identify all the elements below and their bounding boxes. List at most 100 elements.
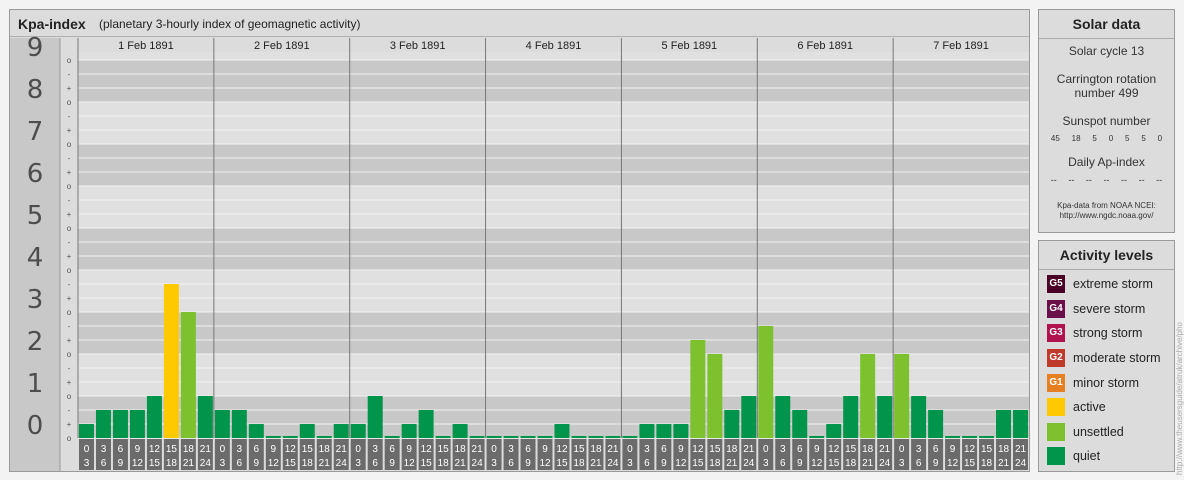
interval-end-label: 24 [336,458,348,469]
interval-start-label: 12 [421,444,433,455]
sub-tick-label: - [68,112,71,121]
kp-bar [792,409,808,438]
kp-band [78,312,1029,354]
activity-levels-legend: G5 extreme storm G4 severe storm G3 strong st… [1039,270,1174,469]
interval-start-label: 0 [627,444,633,455]
sub-tick-label: + [67,126,72,135]
interval-end-label: 24 [743,458,755,469]
legend-item: G4 severe storm [1039,297,1174,322]
kp-bar [282,436,298,438]
interval-start-label: 9 [406,444,412,455]
y-tick-label: 4 [27,243,44,273]
interval-start-label: 12 [285,444,297,455]
sub-tick-label: o [67,182,72,191]
kp-bar [979,436,995,438]
interval-start-label: 6 [118,444,124,455]
interval-end-label: 12 [675,458,687,469]
interval-end-label: 18 [709,458,721,469]
interval-end-label: 3 [84,458,90,469]
interval-end-label: 3 [220,458,226,469]
interval-start-label: 15 [709,444,721,455]
interval-end-label: 9 [661,458,667,469]
interval-start-label: 12 [828,444,840,455]
kp-bar [180,312,196,438]
interval-end-label: 9 [118,458,124,469]
sub-tick-label: - [68,238,71,247]
interval-start-label: 9 [814,444,820,455]
interval-end-label: 18 [981,458,993,469]
kp-bar [945,436,961,438]
sub-tick-label: - [68,406,71,415]
interval-end-label: 24 [607,458,619,469]
kp-bar [537,436,553,438]
legend-label: strong storm [1073,326,1143,341]
kp-bar [758,325,774,438]
interval-end-label: 12 [404,458,416,469]
kp-bar [214,409,230,438]
interval-end-label: 18 [573,458,585,469]
interval-end-label: 15 [828,458,840,469]
day-label: 2 Feb 1891 [254,40,310,52]
interval-end-label: 21 [319,458,331,469]
interval-end-label: 21 [726,458,738,469]
interval-start-label: 0 [763,444,769,455]
interval-start-label: 6 [525,444,531,455]
kp-band [78,354,1029,396]
legend-swatch: G5 [1047,275,1065,294]
kp-bar [996,409,1012,438]
kp-bar [112,409,128,438]
kp-bar [673,424,689,438]
legend-swatch: G1 [1047,373,1065,392]
interval-end-label: 21 [590,458,602,469]
interval-end-label: 18 [302,458,314,469]
sunspot-value: 0 [1108,134,1114,143]
interval-end-label: 24 [200,458,212,469]
legend-item: G3 strong storm [1039,321,1174,346]
interval-start-label: 6 [661,444,667,455]
sub-tick-label: o [67,392,72,401]
interval-end-label: 9 [797,458,803,469]
interval-start-label: 3 [916,444,922,455]
interval-start-label: 9 [678,444,684,455]
legend-label: active [1073,400,1106,415]
interval-start-label: 18 [183,444,195,455]
interval-start-label: 15 [166,444,178,455]
interval-end-label: 3 [899,458,905,469]
interval-start-label: 9 [135,444,141,455]
day-label: 4 Feb 1891 [526,40,582,52]
ap-value: -- [1121,175,1128,185]
day-label: 6 Feb 1891 [797,40,853,52]
kp-bar [350,424,366,438]
interval-end-label: 12 [539,458,551,469]
ap-value: -- [1068,175,1075,185]
ap-index-values: -- -- -- -- -- -- -- [1039,175,1174,185]
sub-tick-label: o [67,266,72,275]
interval-start-label: 18 [319,444,331,455]
interval-start-label: 6 [254,444,260,455]
interval-end-label: 15 [964,458,976,469]
interval-start-label: 21 [472,444,484,455]
legend-label: extreme storm [1073,277,1153,292]
kp-bar [554,424,570,438]
legend-item: G2 moderate storm [1039,346,1174,371]
kp-bar [503,436,519,438]
legend-swatch: G2 [1047,349,1065,368]
kp-bar [231,409,247,438]
kp-band [78,144,1029,186]
sub-tick-label: + [67,210,72,219]
interval-start-label: 15 [573,444,585,455]
interval-end-label: 12 [947,458,959,469]
interval-end-label: 24 [1015,458,1027,469]
kp-bar [571,436,587,438]
kp-band [78,228,1029,270]
interval-start-label: 15 [845,444,857,455]
sub-tick-label: o [67,350,72,359]
kp-bar [367,396,383,438]
data-source-line: Kpa-data from NOAA NCEI: [1057,201,1156,210]
sub-tick-label: - [68,70,71,79]
interval-start-label: 12 [556,444,568,455]
solar-data-heading: Solar data [1039,10,1174,39]
kp-bar [333,424,349,438]
sunspot-value: 5 [1092,134,1097,143]
interval-start-label: 6 [389,444,395,455]
